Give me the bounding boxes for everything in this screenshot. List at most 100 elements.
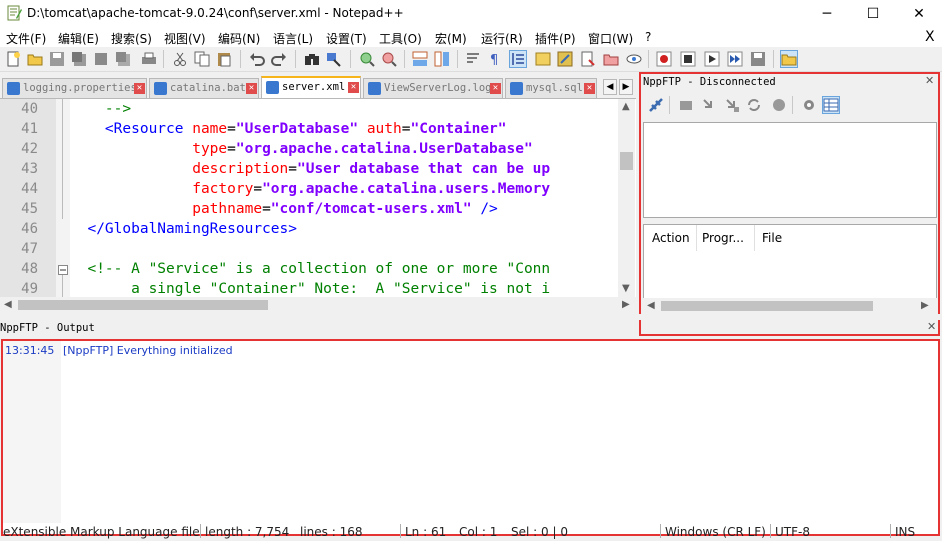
nppftp-close-button[interactable]: ✕ [925, 74, 934, 87]
code-editor[interactable]: --> <Resource name="UserDatabase" auth="… [0, 98, 636, 313]
tab-scroll-right-icon[interactable]: ▶ [619, 79, 633, 95]
word-wrap-icon[interactable] [465, 51, 481, 67]
upload-icon[interactable] [701, 97, 717, 113]
menu-macro[interactable]: 宏(M) [435, 30, 467, 47]
play-macro-icon[interactable] [704, 51, 720, 67]
code-line[interactable]: </GlobalNamingResources> [70, 221, 618, 237]
tab-close-icon[interactable]: ✕ [584, 83, 595, 94]
editor-vertical-scrollbar[interactable]: ▲ ▼ [618, 99, 635, 297]
tab-close-icon[interactable]: ✕ [134, 83, 145, 94]
menu-window[interactable]: 窗口(W) [588, 30, 633, 47]
print-icon[interactable] [141, 51, 157, 67]
menu-help[interactable]: ? [645, 30, 651, 44]
menu-settings[interactable]: 设置(T) [326, 30, 367, 47]
doc-map-icon[interactable] [535, 51, 551, 67]
tab-close-icon[interactable]: ✕ [490, 83, 501, 94]
refresh-icon[interactable] [746, 97, 762, 113]
tab-server-xml[interactable]: server.xml ✕ [261, 76, 361, 98]
sync-v-icon[interactable] [412, 51, 428, 67]
code-line[interactable]: <Resource name="UserDatabase" auth="Cont… [70, 121, 618, 137]
tab-close-icon[interactable]: ✕ [348, 82, 359, 93]
monitor-icon[interactable] [626, 51, 642, 67]
tab-viewserverlog-log[interactable]: ViewServerLog.log ✕ [363, 78, 503, 98]
minimize-button[interactable]: ─ [804, 0, 850, 27]
scroll-right-icon[interactable]: ▶ [921, 300, 929, 311]
maximize-button[interactable]: ☐ [850, 0, 896, 27]
editor-horizontal-scrollbar[interactable]: ◀ ▶ [0, 297, 636, 313]
close-all-icon[interactable] [115, 51, 131, 67]
code-line[interactable]: --> [70, 101, 618, 117]
scroll-right-icon[interactable]: ▶ [622, 299, 630, 310]
open-file-icon[interactable] [27, 51, 43, 67]
ftp-directory-tree[interactable] [643, 122, 937, 218]
undo-icon[interactable] [249, 51, 265, 67]
copy-icon[interactable] [194, 51, 210, 67]
output-close-button[interactable]: ✕ [927, 320, 936, 333]
menu-edit[interactable]: 编辑(E) [58, 30, 99, 47]
scrollbar-thumb[interactable] [661, 301, 873, 311]
menu-language[interactable]: 语言(L) [273, 30, 313, 47]
connect-icon[interactable] [648, 97, 664, 113]
function-list-icon[interactable] [557, 51, 573, 67]
code-line[interactable]: <!-- A "Service" is a collection of one … [70, 261, 618, 277]
zoom-out-icon[interactable] [381, 51, 397, 67]
close-document-button[interactable]: X [925, 29, 935, 45]
folder-workspace-icon[interactable] [580, 51, 596, 67]
zoom-in-icon[interactable] [359, 51, 375, 67]
save-all-icon[interactable] [71, 51, 87, 67]
cut-icon[interactable] [172, 51, 188, 67]
settings-icon[interactable] [801, 97, 817, 113]
code-line[interactable]: pathname="conf/tomcat-users.xml" /> [70, 201, 618, 217]
replace-icon[interactable] [326, 51, 342, 67]
close-icon[interactable] [93, 51, 109, 67]
nppftp-icon[interactable] [780, 50, 798, 68]
queue-header-progress[interactable]: Progr... [702, 231, 744, 245]
run-macro-multiple-icon[interactable] [727, 51, 743, 67]
tab-mysql-sql[interactable]: mysql.sql ✕ [505, 78, 597, 98]
scroll-up-icon[interactable]: ▲ [622, 101, 630, 112]
download-icon[interactable] [678, 97, 694, 113]
upload-current-icon[interactable] [724, 97, 740, 113]
tab-logging-properties[interactable]: logging.properties ✕ [2, 78, 147, 98]
menu-file[interactable]: 文件(F) [6, 30, 46, 47]
fold-toggle-icon[interactable] [58, 265, 68, 275]
menu-run[interactable]: 运行(R) [481, 30, 523, 47]
show-all-chars-icon[interactable]: ¶ [487, 51, 503, 67]
new-file-icon[interactable] [5, 51, 21, 67]
scroll-left-icon[interactable]: ◀ [4, 299, 12, 310]
queue-header-file[interactable]: File [762, 231, 782, 245]
scroll-left-icon[interactable]: ◀ [647, 300, 655, 311]
save-macro-icon[interactable] [750, 51, 766, 67]
menu-encoding[interactable]: 编码(N) [218, 30, 260, 47]
code-line[interactable]: description="User database that can be u… [70, 161, 618, 177]
save-icon[interactable] [49, 51, 65, 67]
menu-plugins[interactable]: 插件(P) [535, 30, 576, 47]
folder-icon[interactable] [603, 51, 619, 67]
tab-scroll-left-icon[interactable]: ◀ [603, 79, 617, 95]
queue-horizontal-scrollbar[interactable]: ◀ ▶ [641, 298, 937, 314]
menu-search[interactable]: 搜索(S) [111, 30, 152, 47]
sync-h-icon[interactable] [434, 51, 450, 67]
code-line[interactable]: factory="org.apache.catalina.users.Memor… [70, 181, 618, 197]
queue-header-action[interactable]: Action [652, 231, 690, 245]
scrollbar-thumb[interactable] [18, 300, 268, 310]
menu-view[interactable]: 视图(V) [164, 30, 206, 47]
indent-guide-icon[interactable] [509, 50, 527, 68]
show-messages-icon[interactable] [822, 96, 840, 114]
code-line[interactable]: a single "Container" Note: A "Service" i… [70, 281, 618, 297]
abort-icon[interactable] [771, 97, 787, 113]
find-icon[interactable] [304, 51, 320, 67]
scroll-down-icon[interactable]: ▼ [622, 283, 630, 294]
menu-tools[interactable]: 工具(O) [379, 30, 422, 47]
nppftp-output-panel[interactable]: 13:31:45 [NppFTP] Everything initialized [1, 339, 940, 536]
close-window-button[interactable]: ✕ [896, 0, 942, 27]
scrollbar-thumb[interactable] [620, 152, 633, 170]
stop-macro-icon[interactable] [680, 51, 696, 67]
tab-close-icon[interactable]: ✕ [246, 83, 257, 94]
panel-splitter[interactable] [0, 314, 942, 320]
tab-catalina-bat[interactable]: catalina.bat ✕ [149, 78, 259, 98]
redo-icon[interactable] [271, 51, 287, 67]
paste-icon[interactable] [216, 51, 232, 67]
code-line[interactable]: type="org.apache.catalina.UserDatabase" [70, 141, 618, 157]
record-macro-icon[interactable] [656, 51, 672, 67]
